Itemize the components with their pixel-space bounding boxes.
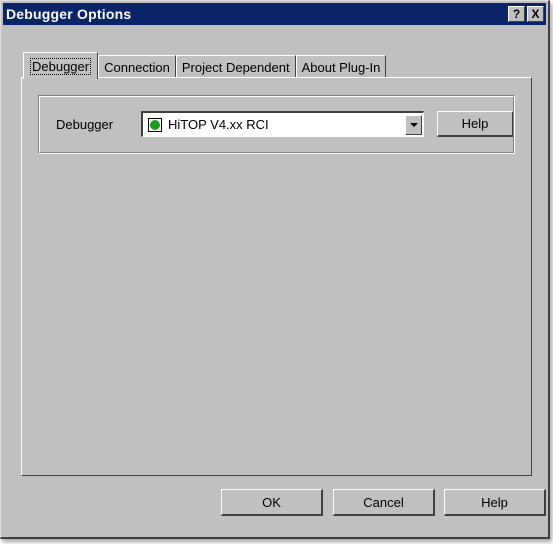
- title-bar[interactable]: Debugger Options ? X: [3, 3, 546, 25]
- tab-connection[interactable]: Connection: [98, 55, 176, 78]
- help-question-button[interactable]: ?: [508, 6, 525, 22]
- cancel-button[interactable]: Cancel: [333, 489, 435, 516]
- tab-project-dependent[interactable]: Project Dependent: [175, 55, 296, 78]
- ok-button[interactable]: OK: [221, 489, 323, 516]
- tab-debugger-label: Debugger: [30, 57, 92, 75]
- window-title: Debugger Options: [6, 6, 132, 22]
- debugger-help-button[interactable]: Help: [437, 111, 514, 137]
- tab-project-dependent-label: Project Dependent: [181, 59, 290, 75]
- debugger-label: Debugger: [56, 117, 114, 132]
- title-bar-buttons: ? X: [508, 6, 546, 22]
- chevron-down-icon[interactable]: [405, 114, 422, 135]
- tab-page-debugger: Debugger HiTOP V4.xx RCI Help: [21, 77, 532, 476]
- tab-about-plug-in[interactable]: About Plug-In: [295, 55, 387, 78]
- debugger-select[interactable]: HiTOP V4.xx RCI: [141, 111, 424, 137]
- debugger-select-value: HiTOP V4.xx RCI: [168, 117, 269, 132]
- tab-connection-label: Connection: [104, 59, 170, 75]
- debugger-group-box: Debugger HiTOP V4.xx RCI Help: [38, 95, 515, 154]
- tab-debugger[interactable]: Debugger: [23, 52, 99, 79]
- close-button[interactable]: X: [527, 6, 544, 22]
- help-button[interactable]: Help: [444, 489, 546, 516]
- green-circle-icon: [148, 117, 162, 132]
- tab-strip: Debugger Connection Project Dependent Ab…: [23, 51, 387, 79]
- dialog-window: Debugger Options ? X Debugger Connection…: [0, 0, 550, 539]
- tab-about-plug-in-label: About Plug-In: [301, 59, 381, 75]
